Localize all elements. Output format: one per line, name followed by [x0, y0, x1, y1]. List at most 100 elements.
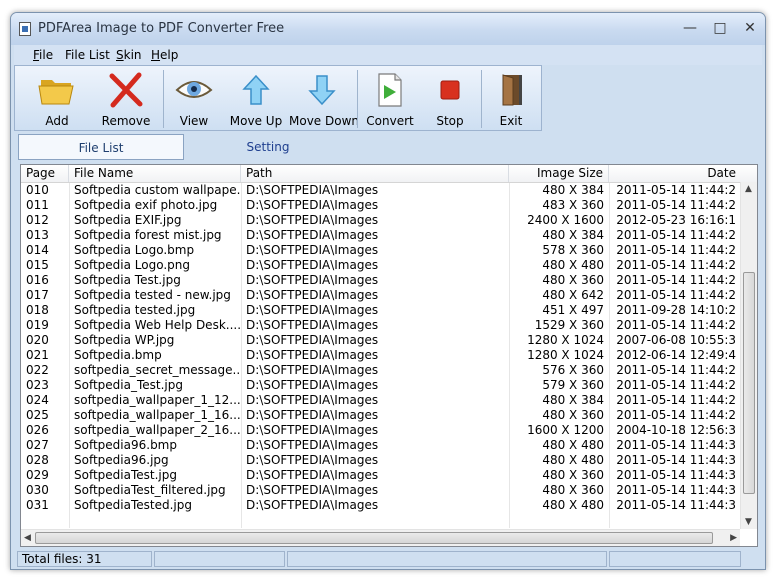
menu-file-list-label: File List	[65, 48, 110, 62]
arrow-down-icon	[308, 75, 336, 106]
cell-path: D:\SOFTPEDIA\Images	[246, 378, 379, 392]
add-button[interactable]: Add	[27, 66, 87, 130]
cell-file-name: Softpedia tested - new.jpg	[74, 288, 231, 302]
cell-file-name: Softpedia.bmp	[74, 348, 162, 362]
scroll-right-arrow-icon[interactable]: ▶	[730, 533, 737, 543]
table-row[interactable]: 028 Softpedia96.jpg D:\SOFTPEDIA\Images 480…	[21, 453, 741, 468]
cell-page: 014	[26, 243, 49, 257]
cell-path: D:\SOFTPEDIA\Images	[246, 423, 379, 437]
cell-page: 029	[26, 468, 49, 482]
table-row[interactable]: 015 Softpedia Logo.png D:\SOFTPEDIA\Images…	[21, 258, 741, 273]
tab-setting[interactable]: Setting	[190, 134, 346, 160]
table-row[interactable]: 021 Softpedia.bmp D:\SOFTPEDIA\Images 1280 …	[21, 348, 741, 363]
menu-file[interactable]: File	[33, 48, 53, 62]
cell-file-name: softpedia_wallpaper_2_16...	[74, 423, 241, 437]
table-row[interactable]: 011 Softpedia exif photo.jpg D:\SOFTPEDIA\…	[21, 198, 741, 213]
table-row[interactable]: 026 softpedia_wallpaper_2_16... D:\SOFTPED…	[21, 423, 741, 438]
horizontal-scrollbar[interactable]: ◀ ▶	[21, 529, 740, 546]
file-list-view[interactable]: Page File Name Path Image Size Date 010 S…	[20, 164, 758, 547]
tab-file-list[interactable]: File List	[18, 134, 184, 160]
window-title: PDFArea Image to PDF Converter Free	[38, 21, 285, 36]
vertical-scroll-thumb[interactable]	[743, 272, 755, 494]
cell-date: 2011-05-14 11:44:2	[616, 363, 736, 377]
view-button[interactable]: View	[165, 66, 223, 130]
table-row[interactable]: 014 Softpedia Logo.bmp D:\SOFTPEDIA\Images…	[21, 243, 741, 258]
cell-page: 022	[26, 363, 49, 377]
table-row[interactable]: 022 softpedia_secret_message.... D:\SOFTPE…	[21, 363, 741, 378]
cell-path: D:\SOFTPEDIA\Images	[246, 288, 379, 302]
maximize-button[interactable]: □	[709, 18, 731, 38]
table-row[interactable]: 012 Softpedia EXIF.jpg D:\SOFTPEDIA\Images…	[21, 213, 741, 228]
table-row[interactable]: 019 Softpedia Web Help Desk.... D:\SOFTPED…	[21, 318, 741, 333]
cell-page: 011	[26, 198, 49, 212]
minimize-button[interactable]: —	[679, 18, 701, 38]
column-header-path[interactable]: Path	[241, 165, 509, 182]
cell-date: 2012-06-14 12:49:4	[616, 348, 736, 362]
cell-page: 012	[26, 213, 49, 227]
table-row[interactable]: 020 Softpedia WP.jpg D:\SOFTPEDIA\Images 12…	[21, 333, 741, 348]
cell-image-size: 1529 X 360	[534, 318, 604, 332]
title-bar[interactable]: PDFArea Image to PDF Converter Free — □ …	[11, 13, 765, 45]
cell-date: 2011-05-14 11:44:3	[616, 438, 736, 452]
cell-date: 2011-05-14 11:44:3	[616, 483, 736, 497]
table-row[interactable]: 013 Softpedia forest mist.jpg D:\SOFTPEDIA…	[21, 228, 741, 243]
move-down-button[interactable]: Move Down	[289, 66, 359, 130]
column-header-date[interactable]: Date	[609, 165, 741, 182]
exit-button[interactable]: Exit	[483, 66, 539, 130]
cell-path: D:\SOFTPEDIA\Images	[246, 228, 379, 242]
table-row[interactable]: 023 Softpedia_Test.jpg D:\SOFTPEDIA\Images…	[21, 378, 741, 393]
column-header-page[interactable]: Page	[21, 165, 69, 182]
cell-image-size: 480 X 384	[542, 183, 604, 197]
close-button[interactable]: ✕	[739, 18, 761, 38]
table-row[interactable]: 031 SoftpediaTested.jpg D:\SOFTPEDIA\Image…	[21, 498, 741, 513]
cell-date: 2011-05-14 11:44:2	[616, 243, 736, 257]
convert-button[interactable]: Convert	[359, 66, 421, 130]
exit-door-icon	[502, 74, 522, 106]
toolbar-separator	[481, 70, 482, 128]
arrow-up-icon	[242, 74, 270, 105]
table-row[interactable]: 025 softpedia_wallpaper_1_16... D:\SOFTPED…	[21, 408, 741, 423]
cell-page: 021	[26, 348, 49, 362]
scroll-left-arrow-icon[interactable]: ◀	[24, 533, 31, 543]
move-up-button[interactable]: Move Up	[225, 66, 287, 130]
scroll-up-arrow-icon[interactable]: ▲	[745, 184, 752, 194]
cell-file-name: Softpedia WP.jpg	[74, 333, 175, 347]
list-header: Page File Name Path Image Size Date	[21, 165, 757, 183]
menu-skin-label: kin	[123, 48, 142, 62]
column-divider	[241, 183, 242, 528]
menu-file-list[interactable]: File List	[65, 48, 110, 62]
horizontal-scroll-thumb[interactable]	[35, 532, 713, 544]
cell-date: 2011-05-14 11:44:2	[616, 258, 736, 272]
remove-button[interactable]: Remove	[93, 66, 159, 130]
column-header-file-name[interactable]: File Name	[69, 165, 241, 182]
scroll-down-arrow-icon[interactable]: ▼	[745, 517, 752, 527]
cell-page: 023	[26, 378, 49, 392]
cell-file-name: softpedia_wallpaper_1_16...	[74, 408, 241, 422]
cell-page: 030	[26, 483, 49, 497]
cell-date: 2011-05-14 11:44:2	[616, 198, 736, 212]
cell-file-name: softpedia_wallpaper_1_12...	[74, 393, 241, 407]
cell-path: D:\SOFTPEDIA\Images	[246, 258, 379, 272]
stop-button[interactable]: Stop	[423, 66, 477, 130]
cell-page: 017	[26, 288, 49, 302]
cell-path: D:\SOFTPEDIA\Images	[246, 408, 379, 422]
cell-image-size: 1280 X 1024	[527, 333, 604, 347]
menu-skin[interactable]: Skin	[116, 48, 142, 62]
menu-help-label: elp	[160, 48, 179, 62]
table-row[interactable]: 010 Softpedia custom wallpape... D:\SOFTPE…	[21, 183, 741, 198]
table-row[interactable]: 024 softpedia_wallpaper_1_12... D:\SOFTPED…	[21, 393, 741, 408]
vertical-scrollbar[interactable]: ▲ ▼	[740, 182, 757, 529]
cell-page: 025	[26, 408, 49, 422]
table-row[interactable]: 027 Softpedia96.bmp D:\SOFTPEDIA\Images 480…	[21, 438, 741, 453]
table-row[interactable]: 030 SoftpediaTest_filtered.jpg D:\SOFTPEDI…	[21, 483, 741, 498]
table-row[interactable]: 029 SoftpediaTest.jpg D:\SOFTPEDIA\Images 4…	[21, 468, 741, 483]
cell-date: 2011-09-28 14:10:2	[616, 303, 736, 317]
cell-page: 016	[26, 273, 49, 287]
table-row[interactable]: 018 Softpedia tested.jpg D:\SOFTPEDIA\Imag…	[21, 303, 741, 318]
column-header-image-size[interactable]: Image Size	[509, 165, 609, 182]
cell-page: 013	[26, 228, 49, 242]
table-row[interactable]: 016 Softpedia Test.jpg D:\SOFTPEDIA\Images…	[21, 273, 741, 288]
table-row[interactable]: 017 Softpedia tested - new.jpg D:\SOFTPEDI…	[21, 288, 741, 303]
exit-label: Exit	[499, 114, 523, 128]
menu-help[interactable]: Help	[151, 48, 178, 62]
